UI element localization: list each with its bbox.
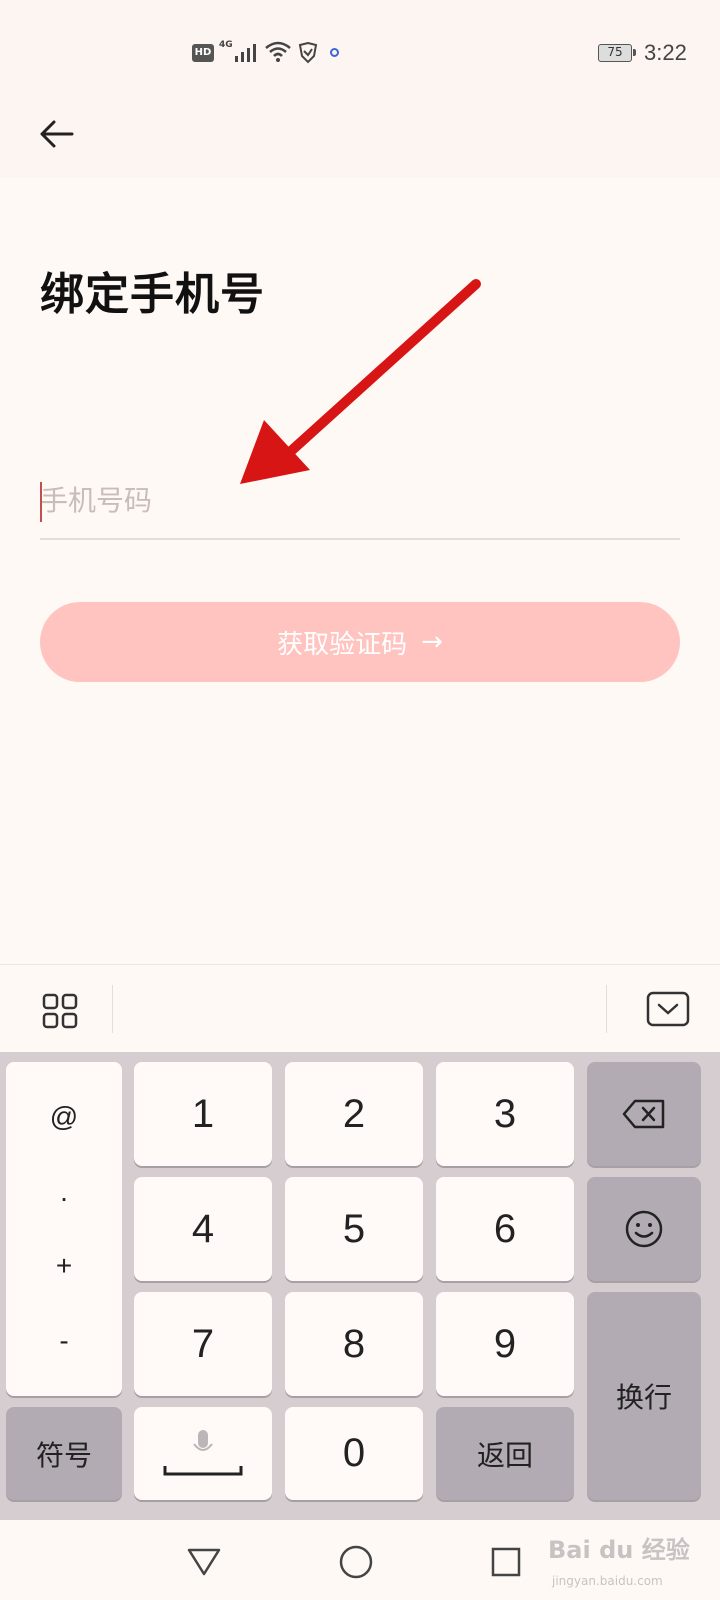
back-button[interactable] (28, 106, 84, 162)
arrow-left-icon (40, 120, 74, 148)
square-recent-icon (491, 1547, 521, 1577)
symbol-column: @ . + - (6, 1062, 122, 1396)
arrow-right-icon: → (421, 627, 443, 657)
key-0[interactable]: 0 (285, 1407, 423, 1500)
get-code-label: 获取验证码 (277, 629, 408, 660)
status-bar: HD 4G 75 3:22 (0, 0, 720, 90)
network-type-label: 4G (219, 40, 233, 50)
red-arrow-annotation (240, 279, 481, 484)
symbols-key[interactable]: 符号 (6, 1407, 122, 1500)
app-bar (0, 90, 720, 178)
nav-home-button[interactable] (334, 1540, 378, 1584)
emoji-key[interactable] (587, 1177, 701, 1281)
watermark-sub: jingyan.baidu.com (552, 1574, 663, 1588)
phone-field[interactable] (40, 470, 680, 540)
nav-back-button[interactable] (182, 1540, 226, 1584)
key-3[interactable]: 3 (436, 1062, 574, 1166)
location-dot-icon (330, 48, 339, 57)
status-time: 3:22 (644, 40, 687, 65)
grid-icon[interactable] (36, 987, 84, 1035)
triangle-back-icon (187, 1548, 221, 1576)
microphone-icon (163, 1429, 243, 1475)
toolbar-divider (112, 985, 113, 1033)
nav-recent-button[interactable] (484, 1540, 528, 1584)
wifi-icon (265, 41, 291, 62)
shield-icon (298, 42, 318, 64)
chevron-down-icon[interactable] (646, 991, 690, 1027)
toolbar-divider (606, 985, 607, 1033)
key-7[interactable]: 7 (134, 1292, 272, 1396)
backspace-key[interactable] (587, 1062, 701, 1166)
key-2[interactable]: 2 (285, 1062, 423, 1166)
key-4[interactable]: 4 (134, 1177, 272, 1281)
key-minus[interactable]: - (59, 1325, 68, 1357)
phone-input[interactable] (40, 470, 680, 530)
key-at[interactable]: @ (50, 1101, 78, 1133)
signal-icon (235, 44, 256, 62)
key-9[interactable]: 9 (436, 1292, 574, 1396)
keyboard-toolbar (0, 964, 720, 1052)
backspace-icon (622, 1099, 665, 1129)
smiley-icon (625, 1210, 663, 1248)
key-1[interactable]: 1 (134, 1062, 272, 1166)
circle-home-icon (339, 1545, 373, 1579)
key-5[interactable]: 5 (285, 1177, 423, 1281)
page-title: 绑定手机号 (40, 269, 265, 320)
baidu-watermark: Bai du 经验 jingyan.baidu.com (548, 1520, 718, 1596)
key-plus[interactable]: + (56, 1250, 72, 1282)
newline-key[interactable]: 换行 (587, 1292, 701, 1500)
get-code-button[interactable]: 获取验证码 → (40, 602, 680, 682)
key-6[interactable]: 6 (436, 1177, 574, 1281)
numeric-keypad: @ . + - 1 2 3 4 5 6 7 8 9 换行 符号 0 返回 (0, 1052, 720, 1520)
text-cursor (40, 482, 42, 522)
return-key[interactable]: 返回 (436, 1407, 574, 1500)
space-key[interactable] (134, 1407, 272, 1500)
hd-badge: HD (192, 44, 214, 62)
key-dot[interactable]: . (60, 1176, 68, 1208)
battery-indicator: 75 (598, 44, 636, 62)
watermark-main: Bai du 经验 (548, 1536, 690, 1564)
key-8[interactable]: 8 (285, 1292, 423, 1396)
